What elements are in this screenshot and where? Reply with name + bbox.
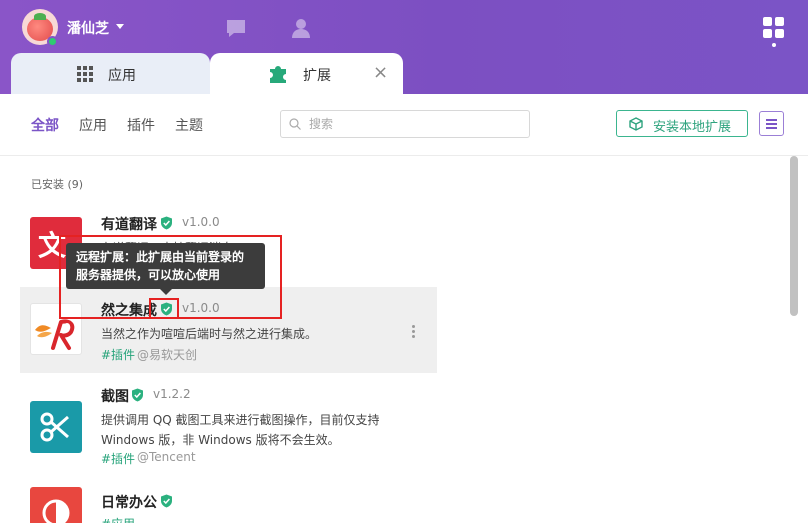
filter-all[interactable]: 全部 [31,115,59,135]
tab-apps[interactable]: 应用 [11,53,210,94]
divider [0,155,808,156]
office-logo [30,487,82,523]
tab-label: 应用 [108,68,136,84]
extension-name: 有道翻译 [101,217,157,233]
apps-grid-icon[interactable] [763,17,785,39]
verified-shield-icon[interactable] [131,388,144,402]
extension-name: 日常办公 [101,495,157,511]
scrollbar-thumb[interactable] [790,156,798,316]
search-input[interactable] [309,115,519,133]
extension-name: 截图 [101,389,129,405]
online-status-dot [47,36,58,47]
extension-tag[interactable]: #插件 [101,346,135,363]
screenshot-logo [30,401,82,453]
filter-themes[interactable]: 主题 [175,115,203,135]
top-header: 潘仙芝 应用 扩展 × [0,0,808,94]
username[interactable]: 潘仙芝 [67,18,109,38]
grid-icon [77,66,93,82]
install-button-label: 安装本地扩展 [653,120,732,135]
puzzle-icon [270,66,286,83]
extension-version: v1.2.2 [153,387,191,401]
extension-author: @Tencent [137,450,196,464]
notification-dot [772,43,776,47]
search-box[interactable] [280,110,530,138]
extension-item-screenshot[interactable]: 截图 v1.2.2 提供调用 QQ 截图工具来进行截图操作，目前仅支持 Wind… [20,373,437,483]
more-vertical-icon[interactable] [412,325,416,339]
menu-icon[interactable] [759,111,784,136]
tab-extensions[interactable]: 扩展 × [210,53,403,94]
extension-description: 当然之作为喧喧后端时与然之进行集成。 [101,327,318,341]
extension-tag[interactable]: #插件 [101,450,135,467]
filter-plugins[interactable]: 插件 [127,115,155,135]
avatar-leaf [34,13,46,20]
scissors-icon [40,412,69,442]
cube-icon [629,117,643,131]
search-icon [289,118,301,130]
section-title: 已安装 (9) [31,178,84,191]
extension-author: @易软天创 [137,348,198,362]
extension-version: v1.0.0 [182,215,220,229]
close-icon[interactable]: × [373,63,388,83]
extension-description: 提供调用 QQ 截图工具来进行截图操作，目前仅支持 Windows 版，非 Wi… [101,413,380,447]
tab-label: 扩展 [303,68,331,84]
extension-item-office[interactable]: 日常办公 #应用 [20,483,437,523]
filter-apps[interactable]: 应用 [79,115,107,135]
verified-shield-icon[interactable] [160,494,173,508]
chevron-down-icon[interactable] [116,24,124,29]
chat-icon[interactable] [225,17,247,39]
extension-tag[interactable]: #应用 [101,515,135,523]
verified-shield-icon[interactable] [160,216,173,230]
annotation-box-inner [149,298,179,319]
install-local-extension-button[interactable]: 安装本地扩展 [616,110,748,137]
user-icon[interactable] [290,17,312,39]
half-circle-icon [42,499,70,523]
